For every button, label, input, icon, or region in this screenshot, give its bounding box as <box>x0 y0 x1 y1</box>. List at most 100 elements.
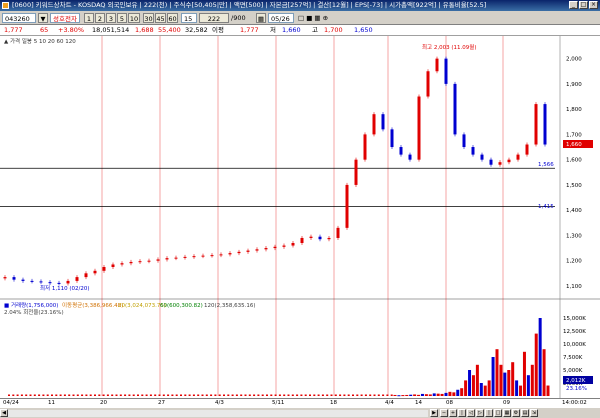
candle-body <box>219 254 223 256</box>
close-label: 고 <box>312 26 318 34</box>
volume-bar <box>25 394 28 396</box>
volume-bar <box>72 394 75 396</box>
window-title-bar: [0600] 키워드상차트 - KOSDAQ 외국인보유 | 222(천) | … <box>0 0 600 11</box>
fit-icon[interactable]: □ <box>494 409 502 417</box>
interval-select[interactable]: 15 <box>181 13 197 23</box>
candle-body <box>183 256 187 258</box>
range-button-2[interactable]: 2 <box>95 13 105 23</box>
candle-body <box>462 134 466 148</box>
volume-tick-label: 10,000K <box>563 342 586 348</box>
last-price: 1,650 <box>354 26 373 34</box>
volume-bar <box>424 394 428 396</box>
volume-bar <box>55 394 58 396</box>
volume-bar <box>218 394 221 396</box>
candle-body <box>174 257 178 259</box>
chart-canvas[interactable]: 2,000 1,900 1,800 1,700 1,600 1,500 1,400 1,300… <box>0 36 600 398</box>
range-button-3[interactable]: 3 <box>106 13 116 23</box>
close-button[interactable]: × <box>589 1 598 9</box>
candle-body <box>264 248 268 250</box>
date-field[interactable]: 05/26 <box>268 13 294 23</box>
candle-body <box>156 259 160 261</box>
volume-bar <box>171 394 174 396</box>
candle-body <box>543 104 547 145</box>
turnover-label: 23.16% <box>566 386 587 392</box>
grid-toggle-icon[interactable]: ▦ <box>503 409 511 417</box>
maximize-button[interactable]: □ <box>579 1 588 9</box>
volume-bar <box>397 395 401 397</box>
volume-tick-label: 15,000K <box>563 316 586 322</box>
volume-bar <box>46 394 49 396</box>
period-button-60[interactable]: 60 <box>167 13 178 23</box>
nav-prev-icon[interactable]: ◁ <box>467 409 475 417</box>
volume-bar <box>356 394 359 396</box>
candle-body <box>372 114 376 135</box>
volume-bar <box>432 393 436 396</box>
period-button-45[interactable]: 45 <box>155 13 166 23</box>
range-button-5[interactable]: 5 <box>117 13 127 23</box>
volume-bar <box>149 394 152 396</box>
stock-name-field[interactable]: 성호전자 <box>50 13 80 23</box>
volume-bar <box>145 394 148 396</box>
volume-bar <box>519 385 523 396</box>
volume-bar <box>180 394 182 396</box>
volume-tick-label: 5,000K <box>563 368 583 374</box>
volume-bar <box>210 394 213 396</box>
ma-label: 이평 <box>212 26 224 34</box>
volume-bar <box>102 394 105 396</box>
candle-body <box>480 154 484 160</box>
volume-bar <box>235 394 238 396</box>
stock-chart[interactable]: 2,000 1,900 1,800 1,700 1,600 1,500 1,400 1,300… <box>0 36 600 398</box>
settings-icon[interactable]: ⚙ <box>512 409 520 417</box>
candle-body <box>444 58 448 84</box>
period-button-30[interactable]: 30 <box>143 13 154 23</box>
volume-bar <box>38 394 41 396</box>
low-annotation: 최저 1,110 (02/20) <box>40 284 90 292</box>
candle-body <box>48 282 52 284</box>
volume-bar <box>106 394 109 396</box>
minimize-button[interactable]: _ <box>569 1 578 9</box>
nav-next-icon[interactable]: ▷ <box>476 409 484 417</box>
volume-bar <box>448 391 452 396</box>
zoom-out-icon[interactable]: − <box>440 409 448 417</box>
candle-body <box>534 104 538 145</box>
volume-bar <box>373 394 376 396</box>
candle-body <box>516 154 520 160</box>
print-icon[interactable]: ▤ <box>521 409 529 417</box>
candle-body <box>417 96 421 160</box>
search-icon[interactable]: ▼ <box>38 13 48 23</box>
range-button-10[interactable]: 10 <box>128 13 140 23</box>
calendar-icon[interactable]: ▦ <box>256 13 266 23</box>
candle-body <box>66 280 70 284</box>
stock-code-input[interactable]: 043260 <box>2 13 36 23</box>
zoom-in-icon[interactable]: + <box>449 409 457 417</box>
candle-body <box>525 144 529 155</box>
volume-bar <box>274 394 277 396</box>
volume-bar <box>68 394 71 396</box>
volume-bar <box>188 394 191 396</box>
scroll-right-icon[interactable]: ▶ <box>430 409 438 417</box>
volume-bar <box>409 394 413 396</box>
candle-body <box>363 134 367 160</box>
volume-bar <box>257 394 260 396</box>
range-button-1[interactable]: 1 <box>84 13 94 23</box>
volume-bar <box>382 394 385 396</box>
export-icon[interactable]: ⇲ <box>530 409 538 417</box>
chart-scrollbar[interactable] <box>8 410 428 417</box>
open-price: 1,688 <box>135 26 154 34</box>
candle-body <box>489 159 493 165</box>
price-legend: ▲ 가격 일봉 5 10 20 60 120 <box>4 37 76 45</box>
volume-bar <box>296 394 299 396</box>
extra-tool-icons[interactable]: □ ■ ▦ ⊕ <box>298 13 328 23</box>
volume-bar <box>240 394 243 396</box>
nav-first-icon[interactable]: | <box>458 409 466 417</box>
volume-bar <box>124 394 127 396</box>
candle-body <box>147 260 151 262</box>
volume-bar <box>334 394 337 396</box>
count-input[interactable]: 222 <box>199 13 229 23</box>
nav-last-icon[interactable]: | <box>485 409 493 417</box>
price-change-pct: +3.80% <box>58 26 85 34</box>
volume-bar <box>33 394 36 396</box>
window-controls: _ □ × <box>569 1 598 9</box>
scroll-left-icon[interactable]: ◀ <box>0 409 8 417</box>
candle-body <box>111 264 115 268</box>
